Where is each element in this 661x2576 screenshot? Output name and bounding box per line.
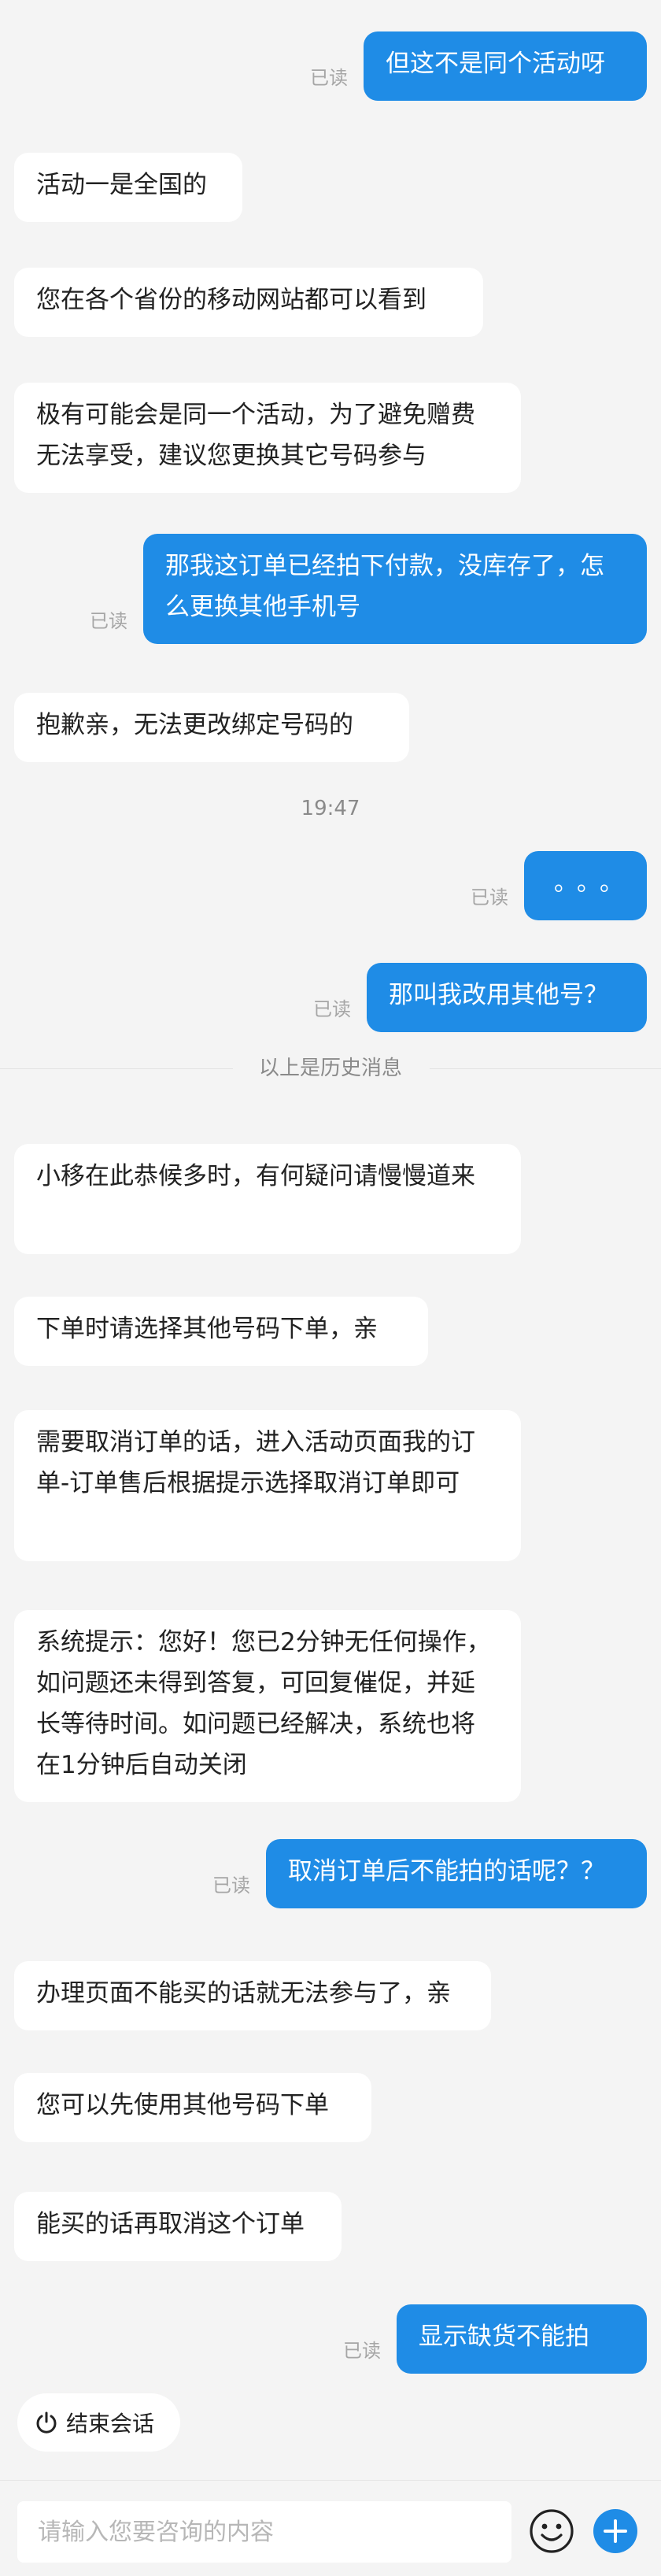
message-row-received: 办理页面不能买的话就无法参与了，亲 bbox=[0, 1961, 661, 2030]
read-receipt: 已读 bbox=[313, 998, 351, 1020]
received-message-bubble[interactable]: 下单时请选择其他号码下单，亲 bbox=[14, 1297, 428, 1366]
received-message-bubble[interactable]: 您在各个省份的移动网站都可以看到 bbox=[14, 268, 483, 337]
message-input[interactable] bbox=[17, 2501, 511, 2563]
sent-message-bubble[interactable]: 那我这订单已经拍下付款，没库存了，怎么更换其他手机号 bbox=[143, 534, 647, 644]
message-row-received: 小移在此恭候多时，有何疑问请慢慢道来 bbox=[0, 1144, 661, 1254]
received-message-bubble[interactable]: 小移在此恭候多时，有何疑问请慢慢道来 bbox=[14, 1144, 521, 1254]
sent-message-bubble[interactable]: 。。。 bbox=[524, 851, 647, 920]
end-session-button[interactable]: 结束会话 bbox=[17, 2393, 180, 2452]
message-composer bbox=[0, 2480, 661, 2576]
message-row-received: 能买的话再取消这个订单 bbox=[0, 2192, 661, 2261]
history-divider: 以上是历史消息 bbox=[0, 1055, 661, 1083]
message-row-sent: 那叫我改用其他号？ 已读 bbox=[0, 963, 661, 1032]
message-row-received: 活动一是全国的 bbox=[0, 153, 661, 222]
received-message-bubble[interactable]: 能买的话再取消这个订单 bbox=[14, 2192, 342, 2261]
received-message-bubble[interactable]: 系统提示：您好！您已2分钟无任何操作，如问题还未得到答复，可回复催促，并延长等待… bbox=[14, 1610, 521, 1802]
received-message-bubble[interactable]: 极有可能会是同一个活动，为了避免赠费无法享受，建议您更换其它号码参与 bbox=[14, 383, 521, 493]
message-row-received: 抱歉亲，无法更改绑定号码的 bbox=[0, 693, 661, 762]
plus-icon bbox=[604, 2519, 627, 2543]
read-receipt: 已读 bbox=[343, 2340, 381, 2362]
sent-message-bubble[interactable]: 那叫我改用其他号？ bbox=[367, 963, 647, 1032]
message-row-received: 需要取消订单的话，进入活动页面我的订单-订单售后根据提示选择取消订单即可 bbox=[0, 1410, 661, 1561]
message-row-sent: 取消订单后不能拍的话呢？？ 已读 bbox=[0, 1839, 661, 1908]
message-row-received: 您可以先使用其他号码下单 bbox=[0, 2073, 661, 2142]
received-message-bubble[interactable]: 需要取消订单的话，进入活动页面我的订单-订单售后根据提示选择取消订单即可 bbox=[14, 1410, 521, 1561]
message-row-received: 极有可能会是同一个活动，为了避免赠费无法享受，建议您更换其它号码参与 bbox=[0, 383, 661, 493]
history-divider-label: 以上是历史消息 bbox=[258, 1057, 402, 1080]
sent-message-bubble[interactable]: 显示缺货不能拍 bbox=[397, 2304, 647, 2374]
received-message-bubble[interactable]: 您可以先使用其他号码下单 bbox=[14, 2073, 371, 2142]
read-receipt: 已读 bbox=[90, 610, 127, 632]
message-row-sent: 。。。 已读 bbox=[0, 851, 661, 920]
message-row-received: 系统提示：您好！您已2分钟无任何操作，如问题还未得到答复，可回复催促，并延长等待… bbox=[0, 1610, 661, 1802]
chat-message-list[interactable]: 但这不是同个活动呀 已读 活动一是全国的 您在各个省份的移动网站都可以看到 极有可能会是… bbox=[0, 0, 661, 2374]
message-row-received: 您在各个省份的移动网站都可以看到 bbox=[0, 268, 661, 337]
end-session-label: 结束会话 bbox=[66, 2411, 155, 2437]
message-row-sent: 但这不是同个活动呀 已读 bbox=[0, 31, 661, 101]
sent-message-bubble[interactable]: 但这不是同个活动呀 bbox=[364, 31, 647, 101]
sent-message-bubble[interactable]: 取消订单后不能拍的话呢？？ bbox=[266, 1839, 647, 1908]
smiley-icon[interactable] bbox=[529, 2508, 574, 2554]
message-row-sent: 显示缺货不能拍 已读 bbox=[0, 2304, 661, 2374]
read-receipt: 已读 bbox=[212, 1875, 250, 1897]
message-row-sent: 那我这订单已经拍下付款，没库存了，怎么更换其他手机号 已读 bbox=[0, 534, 661, 644]
plus-button[interactable] bbox=[593, 2509, 637, 2553]
read-receipt: 已读 bbox=[310, 67, 348, 89]
read-receipt: 已读 bbox=[471, 886, 508, 909]
message-row-received: 下单时请选择其他号码下单，亲 bbox=[0, 1297, 661, 1366]
received-message-bubble[interactable]: 办理页面不能买的话就无法参与了，亲 bbox=[14, 1961, 491, 2030]
power-icon bbox=[36, 2411, 57, 2434]
timestamp-row: 19:47 bbox=[0, 795, 661, 824]
received-message-bubble[interactable]: 抱歉亲，无法更改绑定号码的 bbox=[14, 693, 409, 762]
timestamp: 19:47 bbox=[301, 797, 360, 820]
received-message-bubble[interactable]: 活动一是全国的 bbox=[14, 153, 242, 222]
